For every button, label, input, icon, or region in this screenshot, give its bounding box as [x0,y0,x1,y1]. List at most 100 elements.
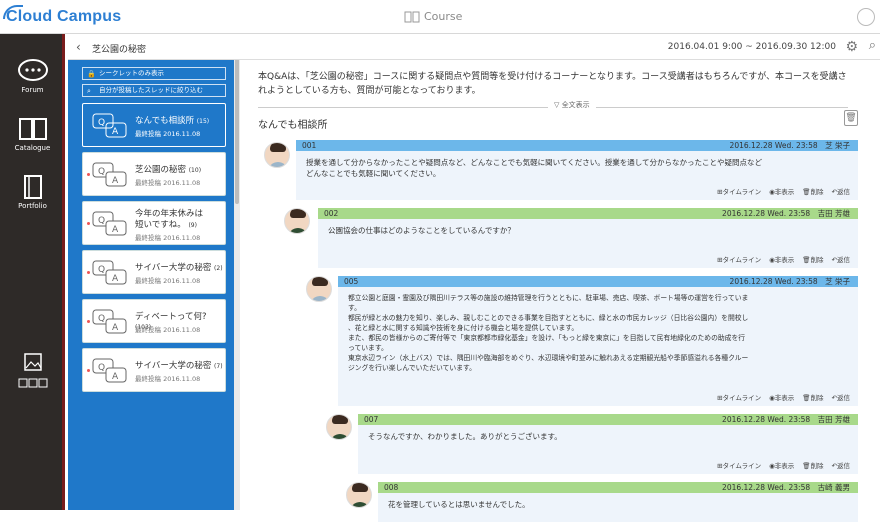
post-number: 001 [302,141,317,150]
post-author: 芝 栄子 [825,277,850,286]
nav-forum[interactable]: Forum [0,58,65,94]
thread-count: (15) [196,118,210,125]
unread-dot [87,320,90,323]
timeline-action[interactable]: ⊞タイムライン [717,186,761,196]
svg-text:A: A [112,372,119,382]
post-date: 2016.12.28 Wed. 23:58 [729,141,818,150]
post-body: 授業を通して分からなかったことや疑問点など、どんなことでも気軽に聞いてください。… [296,151,858,185]
portfolio-icon [23,175,42,199]
reply-action[interactable]: ↶返信 [832,392,850,402]
post-line: っています。 [348,344,388,352]
avatar [284,208,310,234]
filter-label: 自分が投稿したスレッドに絞り込む [99,86,203,94]
search-icon[interactable]: ⌕ [869,38,876,53]
post-line: 公園協会の仕事はどのようなことをしているんですか？ [328,226,515,235]
hide-action[interactable]: ◉非表示 [769,392,794,402]
reply-action[interactable]: ↶返信 [832,460,850,470]
post-header: 001 2016.12.28 Wed. 23:58 芝 栄子 [296,140,858,151]
post-line: また、都民の皆様からのご寄付等で「東京都都市緑化基金」を設け、「もっと緑を東京に… [348,334,746,342]
thread-heading: なんでも相談所 [258,120,328,131]
timeline-action[interactable]: ⊞タイムライン [717,254,761,264]
nav-forum-label: Forum [21,86,44,94]
course-link[interactable]: Course [404,10,462,23]
filter-secret-only[interactable]: 🔒 シークレットのみ表示 [82,67,226,80]
delete-action[interactable]: 🗑削除 [802,186,823,196]
svg-text:Q: Q [98,265,105,275]
post-author: 吉田 芳雄 [817,415,850,424]
post-number: 007 [364,415,379,424]
post-actions: ⊞タイムライン ◉非表示 🗑削除 ↶返信 [717,254,850,264]
post-line: 東京水辺ライン（水上バス）では、隅田川や臨海部をめぐり、水辺環境や町並みに触れあ… [348,354,749,362]
post-line: 都民が緑と水の魅力を知り、楽しみ、親しむことのできる事業を目指すとともに、緑と水… [348,314,749,322]
reply-action[interactable]: ↶返信 [832,186,850,196]
nav-catalogue[interactable]: Catalogue [0,116,65,152]
post-header: 005 2016.12.28 Wed. 23:58 芝 栄子 [338,276,858,287]
avatar [264,142,290,168]
gear-icon[interactable]: ⚙ [845,39,858,55]
thread-title: サイバー大学の秘密 [135,361,212,371]
cloud-campus-logo[interactable]: Cloud Campus [3,5,121,26]
search-icon: ⌕ [87,87,91,95]
thread-item[interactable]: QA 芝公園の秘密 (10) 最終投稿 2016.11.08 [82,152,226,196]
thread-count: (9) [188,222,197,229]
timeline-action[interactable]: ⊞タイムライン [717,460,761,470]
thread-item[interactable]: QA サイバー大学の秘密 (2) 最終投稿 2016.11.08 [82,250,226,294]
reply-action[interactable]: ↶返信 [832,254,850,264]
thread-item[interactable]: QA なんでも相談所 (15) 最終投稿 2016.11.08 [82,103,226,147]
unread-dot [87,369,90,372]
hide-action[interactable]: ◉非表示 [769,254,794,264]
thread-item[interactable]: QA 今年の年末休みは 短いですね。 (9) 最終投稿 2016.11.08 [82,201,226,245]
svg-text:A: A [112,127,119,137]
post-line: そうなんですか、わかりました。ありがとうございます。 [368,432,562,441]
avatar [346,482,372,508]
post-actions: ⊞タイムライン ◉非表示 🗑削除 ↶返信 [717,460,850,470]
nav-prev-next[interactable] [0,378,65,390]
unread-dot [87,271,90,274]
thread-last-post: 最終投稿 2016.11.08 [135,234,201,242]
post-header: 008 2016.12.28 Wed. 23:58 古崎 義男 [378,482,858,493]
thread-item[interactable]: QA ディベートって何? (103) 最終投稿 2016.11.08 [82,299,226,343]
post-001: 001 2016.12.28 Wed. 23:58 芝 栄子 授業を通して分からな… [296,140,858,200]
thread-title-line2: 短いですね。 [135,220,186,230]
delete-action[interactable]: 🗑削除 [802,392,823,402]
user-avatar-icon[interactable] [857,8,875,26]
post-line: 花を管理しているとは思いませんでした。 [388,500,530,509]
expand-label: ▽ 全文表示 [548,100,596,110]
thread-item[interactable]: QA サイバー大学の秘密 (7) 最終投稿 2016.11.08 [82,348,226,392]
svg-text:Q: Q [98,314,105,324]
post-008: 008 2016.12.28 Wed. 23:58 古崎 義男 花を管理していると… [378,482,858,522]
post-actions: ⊞タイムライン ◉非表示 🗑削除 ↶返信 [717,186,850,196]
filter-my-threads[interactable]: ⌕ 自分が投稿したスレッドに絞り込む [82,84,226,97]
nav-image-tool[interactable] [0,352,65,380]
thread-count: (2) [214,265,223,272]
delete-action[interactable]: 🗑削除 [802,460,823,470]
thread-title: サイバー大学の秘密 [135,263,212,273]
hide-action[interactable]: ◉非表示 [769,460,794,470]
course-label: Course [424,10,463,23]
post-body: 都立公園と庭園・霊園及び隅田川テラス等の施設の維持管理を行うとともに、駐車場、売… [338,287,858,379]
back-chevron-icon[interactable]: ‹ [76,40,81,54]
svg-text:A: A [112,176,119,186]
thread-title: なんでも相談所 [135,116,195,126]
nav-portfolio-label: Portfolio [18,202,47,210]
timeline-action[interactable]: ⊞タイムライン [717,392,761,402]
trash-icon[interactable]: 🗑 [844,110,858,126]
book-icon [18,118,47,140]
post-line: 授業を通して分からなかったことや疑問点など、どんなことでも気軽に聞いてください。… [306,158,762,167]
post-line: 都立公園と庭園・霊園及び隅田川テラス等の施設の維持管理を行うとともに、駐車場、売… [348,294,749,302]
unread-dot [87,173,90,176]
post-date: 2016.12.28 Wed. 23:58 [722,209,811,218]
page-title: 芝公園の秘密 [92,45,147,55]
expand-all[interactable]: ▽ 全文表示 [258,100,848,110]
post-number: 008 [384,483,399,492]
post-body: そうなんですか、わかりました。ありがとうございます。 [358,425,858,448]
delete-action[interactable]: 🗑削除 [802,254,823,264]
hide-action[interactable]: ◉非表示 [769,186,794,196]
post-body: 花を管理しているとは思いませんでした。 [378,493,858,516]
svg-text:Q: Q [98,363,105,373]
lock-icon: 🔒 [87,70,96,78]
nav-catalogue-label: Catalogue [14,144,51,152]
svg-text:A: A [112,225,119,235]
nav-portfolio[interactable]: Portfolio [0,174,65,210]
scrollbar-thumb[interactable] [235,54,239,204]
